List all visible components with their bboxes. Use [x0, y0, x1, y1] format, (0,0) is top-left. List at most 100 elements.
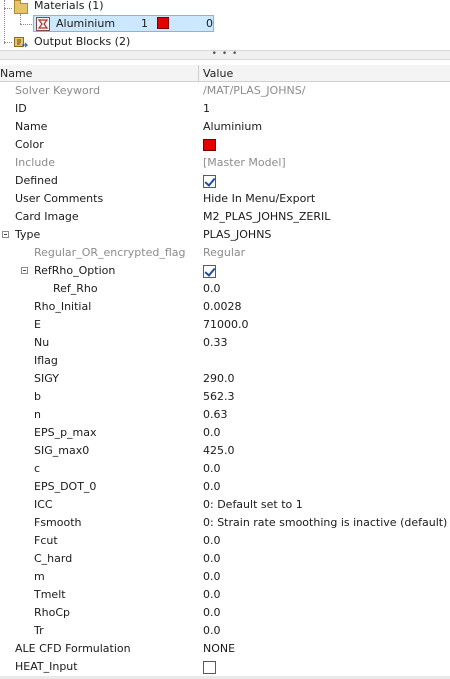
color-swatch[interactable] — [203, 139, 216, 151]
property-name: ALE CFD Formulation — [15, 642, 131, 655]
property-value[interactable]: 0.0 — [203, 568, 221, 586]
property-name: Ref_Rho — [53, 282, 98, 295]
property-value[interactable]: 0.0 — [203, 604, 221, 622]
material-id: 1 — [141, 17, 148, 30]
property-name: Rho_Initial — [34, 300, 92, 313]
panel-splitter[interactable]: • • • — [0, 50, 450, 60]
property-row[interactable]: Rho_Initial 0.0028 — [0, 298, 450, 316]
property-value[interactable]: 0.33 — [203, 334, 228, 352]
property-row[interactable]: Iflag — [0, 352, 450, 370]
collapse-toggle-icon[interactable] — [21, 267, 28, 274]
folder-icon — [14, 0, 28, 14]
property-row[interactable]: Solver Keyword/MAT/PLAS_JOHNS/ — [0, 82, 450, 100]
property-value[interactable]: 0: Strain rate smoothing is inactive (de… — [203, 514, 447, 532]
property-name: Tmelt — [34, 588, 66, 601]
tree-guide-line — [4, 42, 12, 43]
property-value[interactable]: 0.0 — [203, 460, 221, 478]
property-value[interactable]: 0.0 — [203, 478, 221, 496]
property-value[interactable]: Hide In Menu/Export — [203, 190, 315, 208]
tree-node-material-aluminium[interactable]: Aluminium 1 0 — [33, 15, 214, 32]
property-row[interactable]: EPS_DOT_0 0.0 — [0, 478, 450, 496]
property-row[interactable]: SIG_max0 425.0 — [0, 442, 450, 460]
property-name: Include — [15, 156, 56, 169]
property-name: HEAT_Input — [15, 660, 78, 673]
property-row[interactable]: Ref_Rho 0.0 — [0, 280, 450, 298]
property-checkbox[interactable] — [203, 175, 216, 188]
property-row[interactable]: m 0.0 — [0, 568, 450, 586]
property-value[interactable]: 0.0028 — [203, 298, 242, 316]
property-value[interactable]: 0.0 — [203, 280, 221, 298]
property-row[interactable]: E 71000.0 — [0, 316, 450, 334]
property-value[interactable]: 71000.0 — [203, 316, 249, 334]
property-value[interactable]: NONE — [203, 640, 235, 658]
property-row[interactable]: Fcut 0.0 — [0, 532, 450, 550]
property-row[interactable]: b 562.3 — [0, 388, 450, 406]
property-row[interactable]: ID 1 — [0, 100, 450, 118]
property-row[interactable]: n 0.63 — [0, 406, 450, 424]
property-row[interactable]: ICC 0: Default set to 1 — [0, 496, 450, 514]
property-row[interactable]: c 0.0 — [0, 460, 450, 478]
property-row[interactable]: Tmelt 0.0 — [0, 586, 450, 604]
property-row[interactable]: Tr 0.0 — [0, 622, 450, 640]
property-name: Card Image — [15, 210, 79, 223]
property-value[interactable]: PLAS_JOHNS — [203, 226, 271, 244]
column-header-value[interactable]: Value — [203, 65, 233, 82]
property-name: RhoCp — [34, 606, 71, 619]
property-row[interactable]: Regular_OR_encrypted_flag Regular — [0, 244, 450, 262]
property-row[interactable]: C_hard 0.0 — [0, 550, 450, 568]
property-value[interactable]: 425.0 — [203, 442, 235, 460]
material-icon — [36, 17, 50, 31]
property-row[interactable]: EPS_p_max 0.0 — [0, 424, 450, 442]
property-row[interactable]: User Comments Hide In Menu/Export — [0, 190, 450, 208]
property-name: Iflag — [34, 354, 58, 367]
property-name: c — [34, 462, 41, 475]
property-value: [Master Model] — [203, 156, 286, 169]
property-value[interactable]: M2_PLAS_JOHNS_ZERIL — [203, 208, 330, 226]
property-row[interactable]: Name Aluminium — [0, 118, 450, 136]
property-name: Fsmooth — [34, 516, 82, 529]
property-row[interactable]: HEAT_Input — [0, 658, 450, 676]
splitter-grip: • • • — [211, 49, 239, 59]
tree-guide-line — [4, 0, 5, 44]
model-browser-tree: Materials (1) Aluminium 1 0 Output Block… — [0, 0, 450, 50]
property-value[interactable]: 0.0 — [203, 532, 221, 550]
property-name: Fcut — [34, 534, 58, 547]
property-checkbox[interactable] — [203, 661, 216, 674]
property-value[interactable]: 0.0 — [203, 586, 221, 604]
property-row[interactable]: Type PLAS_JOHNS — [0, 226, 450, 244]
property-name: b — [34, 390, 41, 403]
tree-node-label: Output Blocks (2) — [34, 35, 131, 48]
property-row[interactable]: Color — [0, 136, 450, 154]
property-name: SIGY — [34, 372, 59, 385]
property-row[interactable]: Card Image M2_PLAS_JOHNS_ZERIL — [0, 208, 450, 226]
property-row[interactable]: ALE CFD Formulation NONE — [0, 640, 450, 658]
property-name: SIG_max0 — [34, 444, 90, 457]
collapse-toggle-icon[interactable] — [2, 231, 9, 238]
property-name: m — [34, 570, 45, 583]
property-row[interactable]: Fsmooth 0: Strain rate smoothing is inact… — [0, 514, 450, 532]
column-divider[interactable] — [198, 65, 199, 82]
property-name: Regular_OR_encrypted_flag — [34, 246, 186, 259]
property-value[interactable]: 0: Default set to 1 — [203, 496, 303, 514]
property-row[interactable]: Nu 0.33 — [0, 334, 450, 352]
property-name: Defined — [15, 174, 58, 187]
property-name: EPS_p_max — [34, 426, 97, 439]
property-row[interactable]: Defined — [0, 172, 450, 190]
property-value[interactable]: 562.3 — [203, 388, 235, 406]
property-row[interactable]: SIGY 290.0 — [0, 370, 450, 388]
property-value[interactable]: 1 — [203, 100, 210, 118]
property-value[interactable]: 290.0 — [203, 370, 235, 388]
property-row[interactable]: RefRho_Option — [0, 262, 450, 280]
property-value[interactable]: Aluminium — [203, 118, 262, 136]
column-header-name[interactable]: Name — [0, 65, 32, 82]
entity-editor-header: Name Value — [0, 65, 450, 82]
property-row[interactable]: Include [Master Model] — [0, 154, 450, 172]
property-grid: Solver Keyword/MAT/PLAS_JOHNS/ID 1 Name Alu… — [0, 82, 450, 676]
property-value[interactable]: 0.0 — [203, 622, 221, 640]
property-value[interactable]: 0.0 — [203, 550, 221, 568]
property-value[interactable]: 0.0 — [203, 424, 221, 442]
property-name: Color — [15, 138, 44, 151]
property-value[interactable]: 0.63 — [203, 406, 228, 424]
property-row[interactable]: RhoCp 0.0 — [0, 604, 450, 622]
property-checkbox[interactable] — [203, 265, 216, 278]
